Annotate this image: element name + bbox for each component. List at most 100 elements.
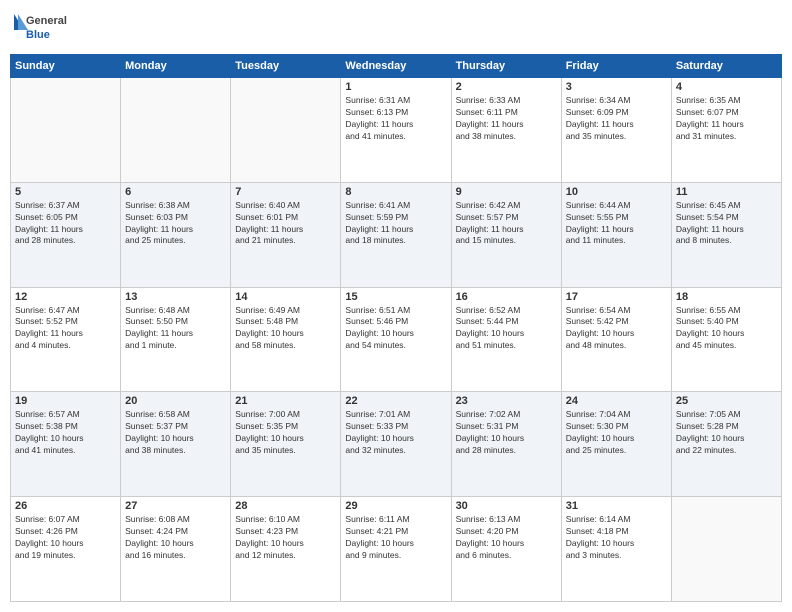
day-number: 24 bbox=[566, 395, 667, 407]
day-number: 3 bbox=[566, 81, 667, 93]
calendar-cell: 20 Sunrise: 6:58 AM Sunset: 5:37 PM Dayli… bbox=[121, 392, 231, 497]
day-number: 10 bbox=[566, 186, 667, 198]
cell-content: Sunrise: 6:45 AM Sunset: 5:54 PM Dayligh… bbox=[676, 200, 777, 248]
calendar-week-row: 12Sunrise: 6:47 AM Sunset: 5:52 PM Dayli… bbox=[11, 287, 782, 392]
cell-content: Sunrise: 6:31 AM Sunset: 6:13 PM Dayligh… bbox=[345, 95, 446, 143]
day-number: 12 bbox=[15, 291, 116, 303]
cell-content: Sunrise: 6:38 AM Sunset: 6:03 PM Dayligh… bbox=[125, 200, 226, 248]
calendar-cell: 24 Sunrise: 7:04 AM Sunset: 5:30 PM Dayli… bbox=[561, 392, 671, 497]
calendar-week-row: 5 Sunrise: 6:37 AM Sunset: 6:05 PM Daylig… bbox=[11, 182, 782, 287]
cell-content: Sunrise: 7:01 AM Sunset: 5:33 PM Dayligh… bbox=[345, 409, 446, 457]
svg-text:General: General bbox=[26, 15, 67, 27]
calendar-cell: 19 Sunrise: 6:57 AM Sunset: 5:38 PM Dayli… bbox=[11, 392, 121, 497]
cell-content: Sunrise: 6:10 AM Sunset: 4:23 PM Dayligh… bbox=[235, 514, 336, 562]
calendar-cell: 26 Sunrise: 6:07 AM Sunset: 4:26 PM Dayli… bbox=[11, 497, 121, 602]
calendar-cell bbox=[231, 78, 341, 183]
calendar-cell: 10 Sunrise: 6:44 AM Sunset: 5:55 PM Dayli… bbox=[561, 182, 671, 287]
day-number: 26 bbox=[15, 500, 116, 512]
day-number: 4 bbox=[676, 81, 777, 93]
calendar-cell: 31Sunrise: 6:14 AM Sunset: 4:18 PM Dayli… bbox=[561, 497, 671, 602]
calendar-cell: 21Sunrise: 7:00 AM Sunset: 5:35 PM Dayli… bbox=[231, 392, 341, 497]
calendar-cell: 4Sunrise: 6:35 AM Sunset: 6:07 PM Daylig… bbox=[671, 78, 781, 183]
calendar-week-row: 26 Sunrise: 6:07 AM Sunset: 4:26 PM Dayli… bbox=[11, 497, 782, 602]
day-number: 28 bbox=[235, 500, 336, 512]
day-number: 18 bbox=[676, 291, 777, 303]
calendar-cell bbox=[121, 78, 231, 183]
day-number: 2 bbox=[456, 81, 557, 93]
cell-content: Sunrise: 6:13 AM Sunset: 4:20 PM Dayligh… bbox=[456, 514, 557, 562]
calendar-header-tuesday: Tuesday bbox=[231, 55, 341, 78]
calendar-cell: 23 Sunrise: 7:02 AM Sunset: 5:31 PM Dayli… bbox=[451, 392, 561, 497]
cell-content: Sunrise: 6:34 AM Sunset: 6:09 PM Dayligh… bbox=[566, 95, 667, 143]
cell-content: Sunrise: 6:49 AM Sunset: 5:48 PM Dayligh… bbox=[235, 305, 336, 353]
calendar-cell: 16 Sunrise: 6:52 AM Sunset: 5:44 PM Dayli… bbox=[451, 287, 561, 392]
calendar-cell: 6 Sunrise: 6:38 AM Sunset: 6:03 PM Daylig… bbox=[121, 182, 231, 287]
day-number: 15 bbox=[345, 291, 446, 303]
calendar-header-monday: Monday bbox=[121, 55, 231, 78]
calendar-cell bbox=[11, 78, 121, 183]
calendar-cell: 18 Sunrise: 6:55 AM Sunset: 5:40 PM Dayli… bbox=[671, 287, 781, 392]
calendar-week-row: 1 Sunrise: 6:31 AM Sunset: 6:13 PM Daylig… bbox=[11, 78, 782, 183]
cell-content: Sunrise: 6:33 AM Sunset: 6:11 PM Dayligh… bbox=[456, 95, 557, 143]
day-number: 9 bbox=[456, 186, 557, 198]
day-number: 21 bbox=[235, 395, 336, 407]
day-number: 8 bbox=[345, 186, 446, 198]
cell-content: Sunrise: 6:51 AM Sunset: 5:46 PM Dayligh… bbox=[345, 305, 446, 353]
day-number: 13 bbox=[125, 291, 226, 303]
day-number: 23 bbox=[456, 395, 557, 407]
day-number: 30 bbox=[456, 500, 557, 512]
cell-content: Sunrise: 6:07 AM Sunset: 4:26 PM Dayligh… bbox=[15, 514, 116, 562]
cell-content: Sunrise: 6:52 AM Sunset: 5:44 PM Dayligh… bbox=[456, 305, 557, 353]
logo: General Blue bbox=[10, 10, 70, 46]
calendar-cell: 8 Sunrise: 6:41 AM Sunset: 5:59 PM Daylig… bbox=[341, 182, 451, 287]
cell-content: Sunrise: 6:41 AM Sunset: 5:59 PM Dayligh… bbox=[345, 200, 446, 248]
calendar-header-thursday: Thursday bbox=[451, 55, 561, 78]
day-number: 5 bbox=[15, 186, 116, 198]
calendar-header-saturday: Saturday bbox=[671, 55, 781, 78]
day-number: 17 bbox=[566, 291, 667, 303]
day-number: 25 bbox=[676, 395, 777, 407]
calendar-cell: 12Sunrise: 6:47 AM Sunset: 5:52 PM Dayli… bbox=[11, 287, 121, 392]
cell-content: Sunrise: 7:04 AM Sunset: 5:30 PM Dayligh… bbox=[566, 409, 667, 457]
calendar-cell: 29Sunrise: 6:11 AM Sunset: 4:21 PM Dayli… bbox=[341, 497, 451, 602]
cell-content: Sunrise: 6:08 AM Sunset: 4:24 PM Dayligh… bbox=[125, 514, 226, 562]
cell-content: Sunrise: 6:11 AM Sunset: 4:21 PM Dayligh… bbox=[345, 514, 446, 562]
cell-content: Sunrise: 6:42 AM Sunset: 5:57 PM Dayligh… bbox=[456, 200, 557, 248]
calendar-cell: 7Sunrise: 6:40 AM Sunset: 6:01 PM Daylig… bbox=[231, 182, 341, 287]
day-number: 7 bbox=[235, 186, 336, 198]
calendar-cell: 9 Sunrise: 6:42 AM Sunset: 5:57 PM Daylig… bbox=[451, 182, 561, 287]
day-number: 11 bbox=[676, 186, 777, 198]
day-number: 27 bbox=[125, 500, 226, 512]
calendar-cell bbox=[671, 497, 781, 602]
calendar-cell: 27 Sunrise: 6:08 AM Sunset: 4:24 PM Dayli… bbox=[121, 497, 231, 602]
cell-content: Sunrise: 6:57 AM Sunset: 5:38 PM Dayligh… bbox=[15, 409, 116, 457]
cell-content: Sunrise: 6:48 AM Sunset: 5:50 PM Dayligh… bbox=[125, 305, 226, 353]
calendar-header-friday: Friday bbox=[561, 55, 671, 78]
day-number: 1 bbox=[345, 81, 446, 93]
calendar-cell: 14Sunrise: 6:49 AM Sunset: 5:48 PM Dayli… bbox=[231, 287, 341, 392]
day-number: 22 bbox=[345, 395, 446, 407]
day-number: 19 bbox=[15, 395, 116, 407]
logo-svg: General Blue bbox=[10, 10, 70, 46]
day-number: 6 bbox=[125, 186, 226, 198]
svg-text:Blue: Blue bbox=[26, 29, 50, 41]
cell-content: Sunrise: 7:02 AM Sunset: 5:31 PM Dayligh… bbox=[456, 409, 557, 457]
calendar-header-sunday: Sunday bbox=[11, 55, 121, 78]
calendar-table: SundayMondayTuesdayWednesdayThursdayFrid… bbox=[10, 54, 782, 602]
calendar-header-row: SundayMondayTuesdayWednesdayThursdayFrid… bbox=[11, 55, 782, 78]
calendar-cell: 30 Sunrise: 6:13 AM Sunset: 4:20 PM Dayli… bbox=[451, 497, 561, 602]
cell-content: Sunrise: 6:37 AM Sunset: 6:05 PM Dayligh… bbox=[15, 200, 116, 248]
page-header: General Blue bbox=[10, 10, 782, 46]
day-number: 16 bbox=[456, 291, 557, 303]
cell-content: Sunrise: 6:44 AM Sunset: 5:55 PM Dayligh… bbox=[566, 200, 667, 248]
cell-content: Sunrise: 6:55 AM Sunset: 5:40 PM Dayligh… bbox=[676, 305, 777, 353]
calendar-cell: 22 Sunrise: 7:01 AM Sunset: 5:33 PM Dayli… bbox=[341, 392, 451, 497]
cell-content: Sunrise: 6:54 AM Sunset: 5:42 PM Dayligh… bbox=[566, 305, 667, 353]
calendar-cell: 11 Sunrise: 6:45 AM Sunset: 5:54 PM Dayli… bbox=[671, 182, 781, 287]
day-number: 20 bbox=[125, 395, 226, 407]
cell-content: Sunrise: 6:58 AM Sunset: 5:37 PM Dayligh… bbox=[125, 409, 226, 457]
calendar-header-wednesday: Wednesday bbox=[341, 55, 451, 78]
cell-content: Sunrise: 7:05 AM Sunset: 5:28 PM Dayligh… bbox=[676, 409, 777, 457]
day-number: 31 bbox=[566, 500, 667, 512]
calendar-cell: 1 Sunrise: 6:31 AM Sunset: 6:13 PM Daylig… bbox=[341, 78, 451, 183]
